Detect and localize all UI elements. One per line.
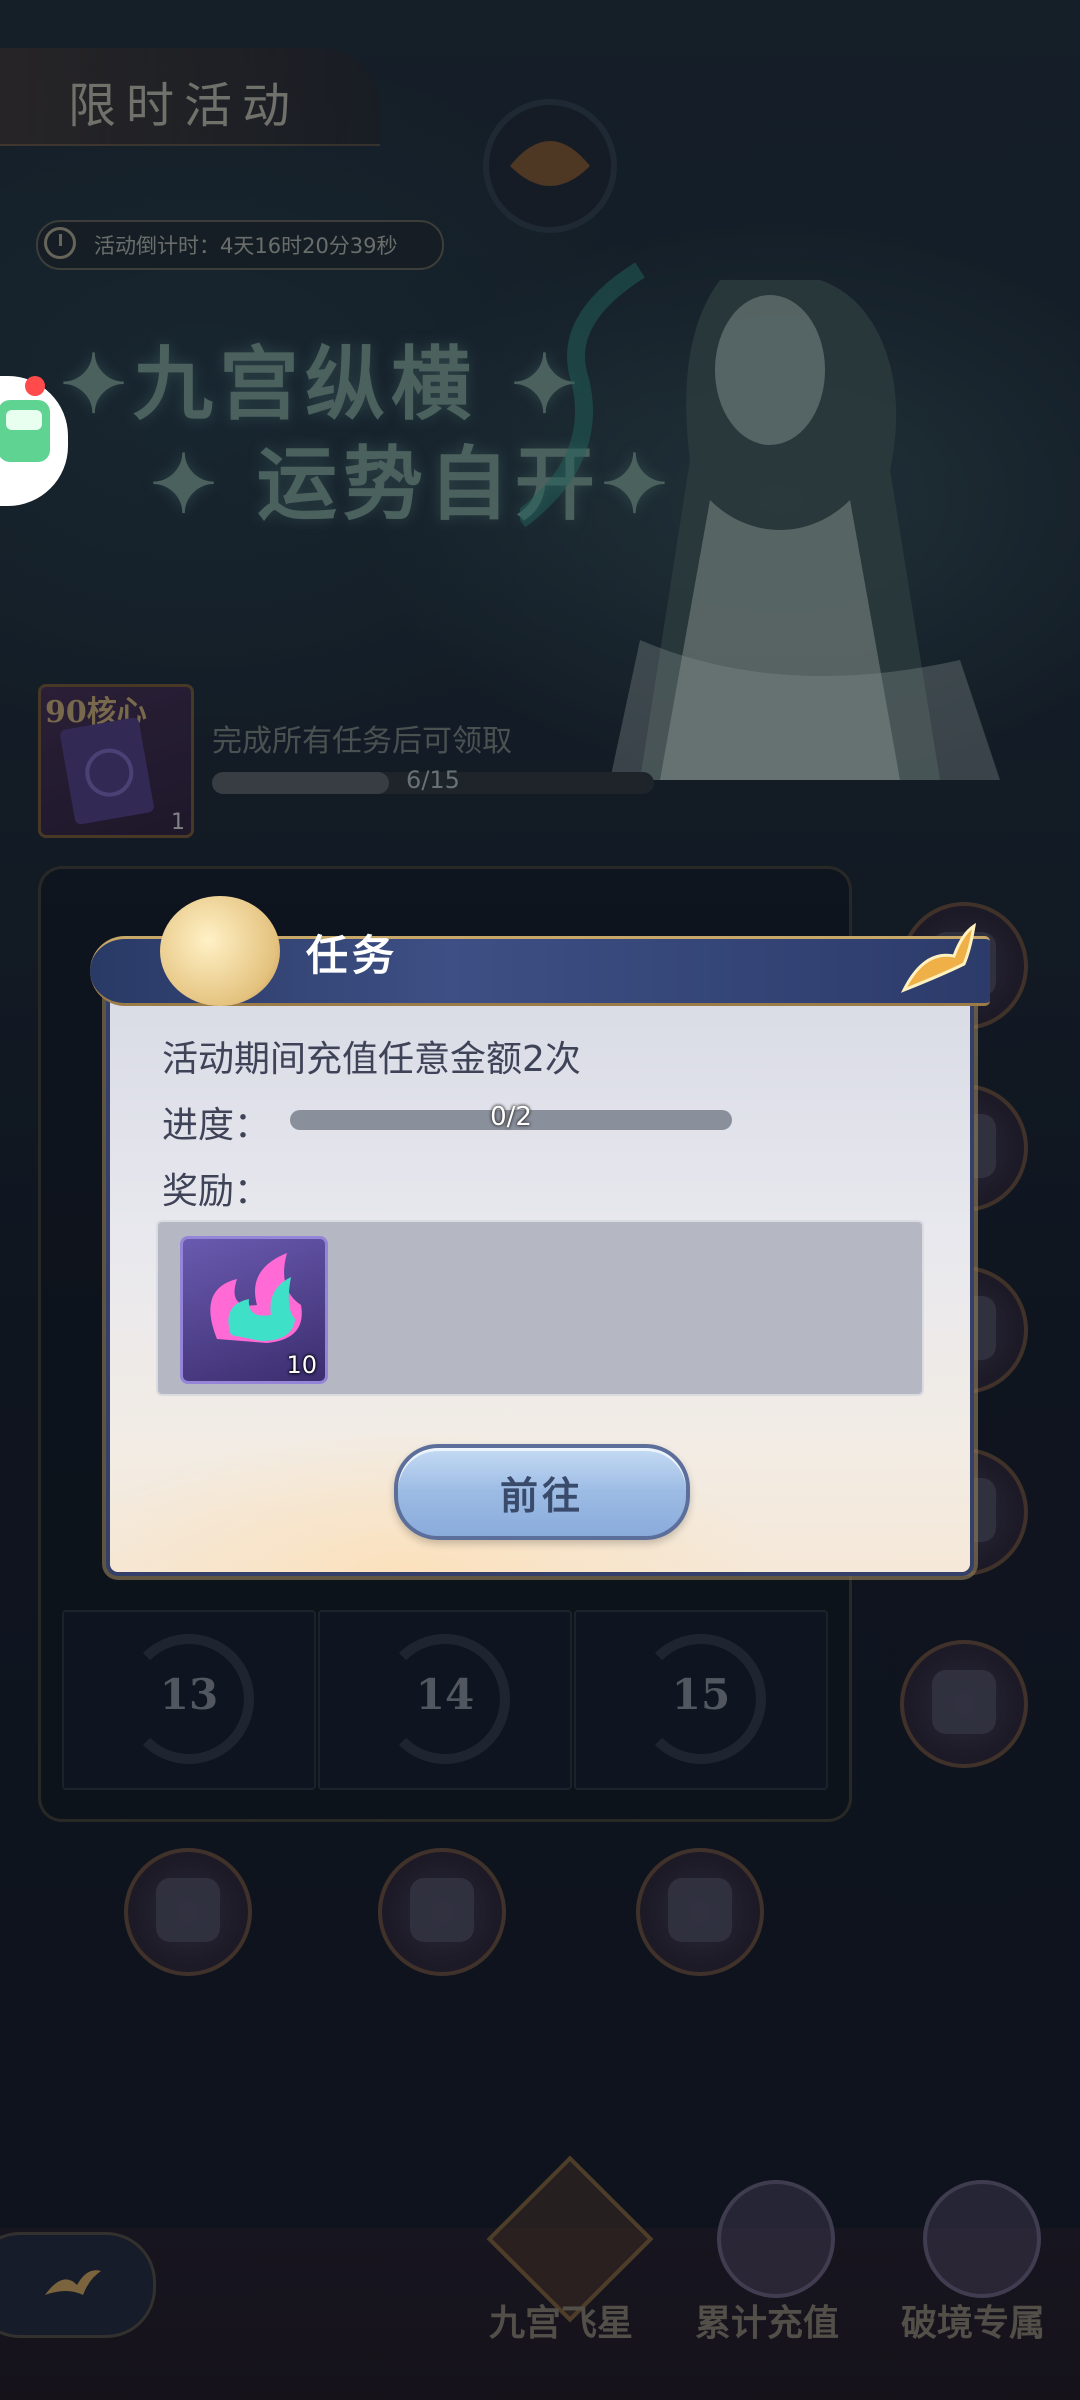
go-button[interactable]: 前往: [394, 1444, 690, 1540]
notification-dot: [25, 376, 45, 396]
progress-label: 进度：: [162, 1105, 271, 1146]
task-dialog-header: 任务: [90, 896, 990, 1006]
reward-label: 奖励：: [162, 1171, 271, 1212]
bird-close-icon: [900, 922, 977, 993]
moon-icon: [160, 896, 280, 1006]
task-progress-text: 0/2: [490, 1102, 532, 1132]
go-button-label: 前往: [499, 1472, 584, 1518]
flame-gem-icon: [210, 1253, 302, 1343]
reward-item[interactable]: 10: [180, 1236, 328, 1384]
close-button[interactable]: [894, 920, 978, 1004]
reward-item-count: 10: [286, 1351, 317, 1379]
game-console-icon: [0, 400, 50, 462]
task-description: 活动期间充值任意金额2次: [162, 1039, 581, 1080]
task-progress-bar: 0/2: [290, 1102, 732, 1132]
dialog-title: 任务: [306, 931, 399, 980]
